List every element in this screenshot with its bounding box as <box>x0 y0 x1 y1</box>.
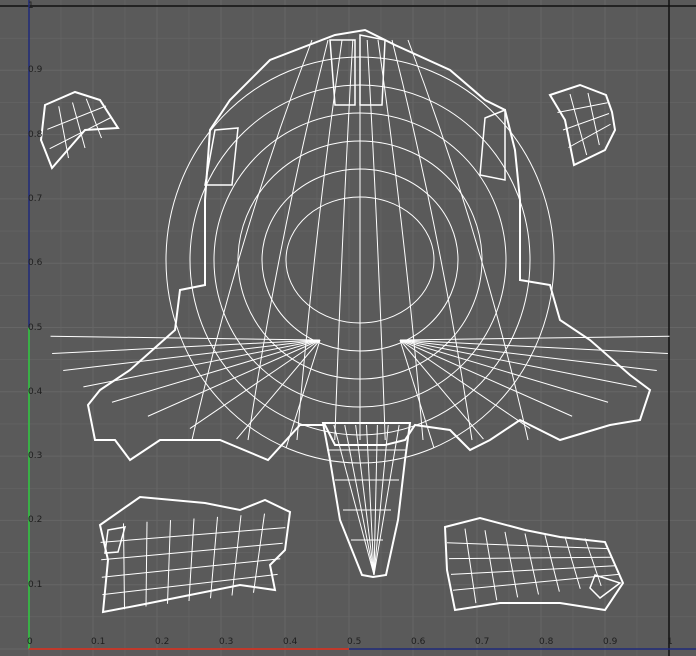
u-tick-label: 0.4 <box>283 637 298 647</box>
u-tick-label: 0.7 <box>475 637 490 647</box>
u-tick-label: 0.1 <box>91 637 106 647</box>
u-tick-label: 0.8 <box>539 637 554 647</box>
left-limb-shell[interactable] <box>98 495 292 614</box>
u-tick-label: 1 <box>667 637 673 647</box>
head-body-shell[interactable] <box>50 28 670 464</box>
u-tick-label: 0.9 <box>603 637 618 647</box>
right-limb-shell[interactable] <box>443 516 625 612</box>
v-tick-label: 0.1 <box>28 579 43 590</box>
v-tick-label: 0.8 <box>28 129 43 140</box>
u-tick-label: 0.5 <box>347 637 362 647</box>
v-tick-label: 0.5 <box>28 322 43 333</box>
uv-editor-viewport[interactable]: 0 0.1 0.2 0.3 0.4 0.5 0.6 0.7 0.8 0.9 1 0.1 0.2 0.3 0.… <box>0 0 696 656</box>
left-ear-shell[interactable] <box>39 90 120 170</box>
u-tick-label: 0 <box>27 637 33 647</box>
tongue-shell[interactable] <box>321 422 412 579</box>
v-tick-label: 1 <box>28 1 34 11</box>
v-tick-label: 0.3 <box>28 451 43 462</box>
uv-canvas[interactable] <box>0 0 696 656</box>
v-tick-label: 0.6 <box>28 258 43 269</box>
v-tick-label: 0.9 <box>28 65 43 76</box>
v-tick-label: 0.2 <box>28 515 43 526</box>
v-tick-label: 0.7 <box>28 193 43 204</box>
v-tick-label: 0.4 <box>28 386 43 397</box>
u-tick-label: 0.3 <box>219 637 234 647</box>
u-tick-label: 0.2 <box>155 637 170 647</box>
u-tick-label: 0.6 <box>411 637 426 647</box>
